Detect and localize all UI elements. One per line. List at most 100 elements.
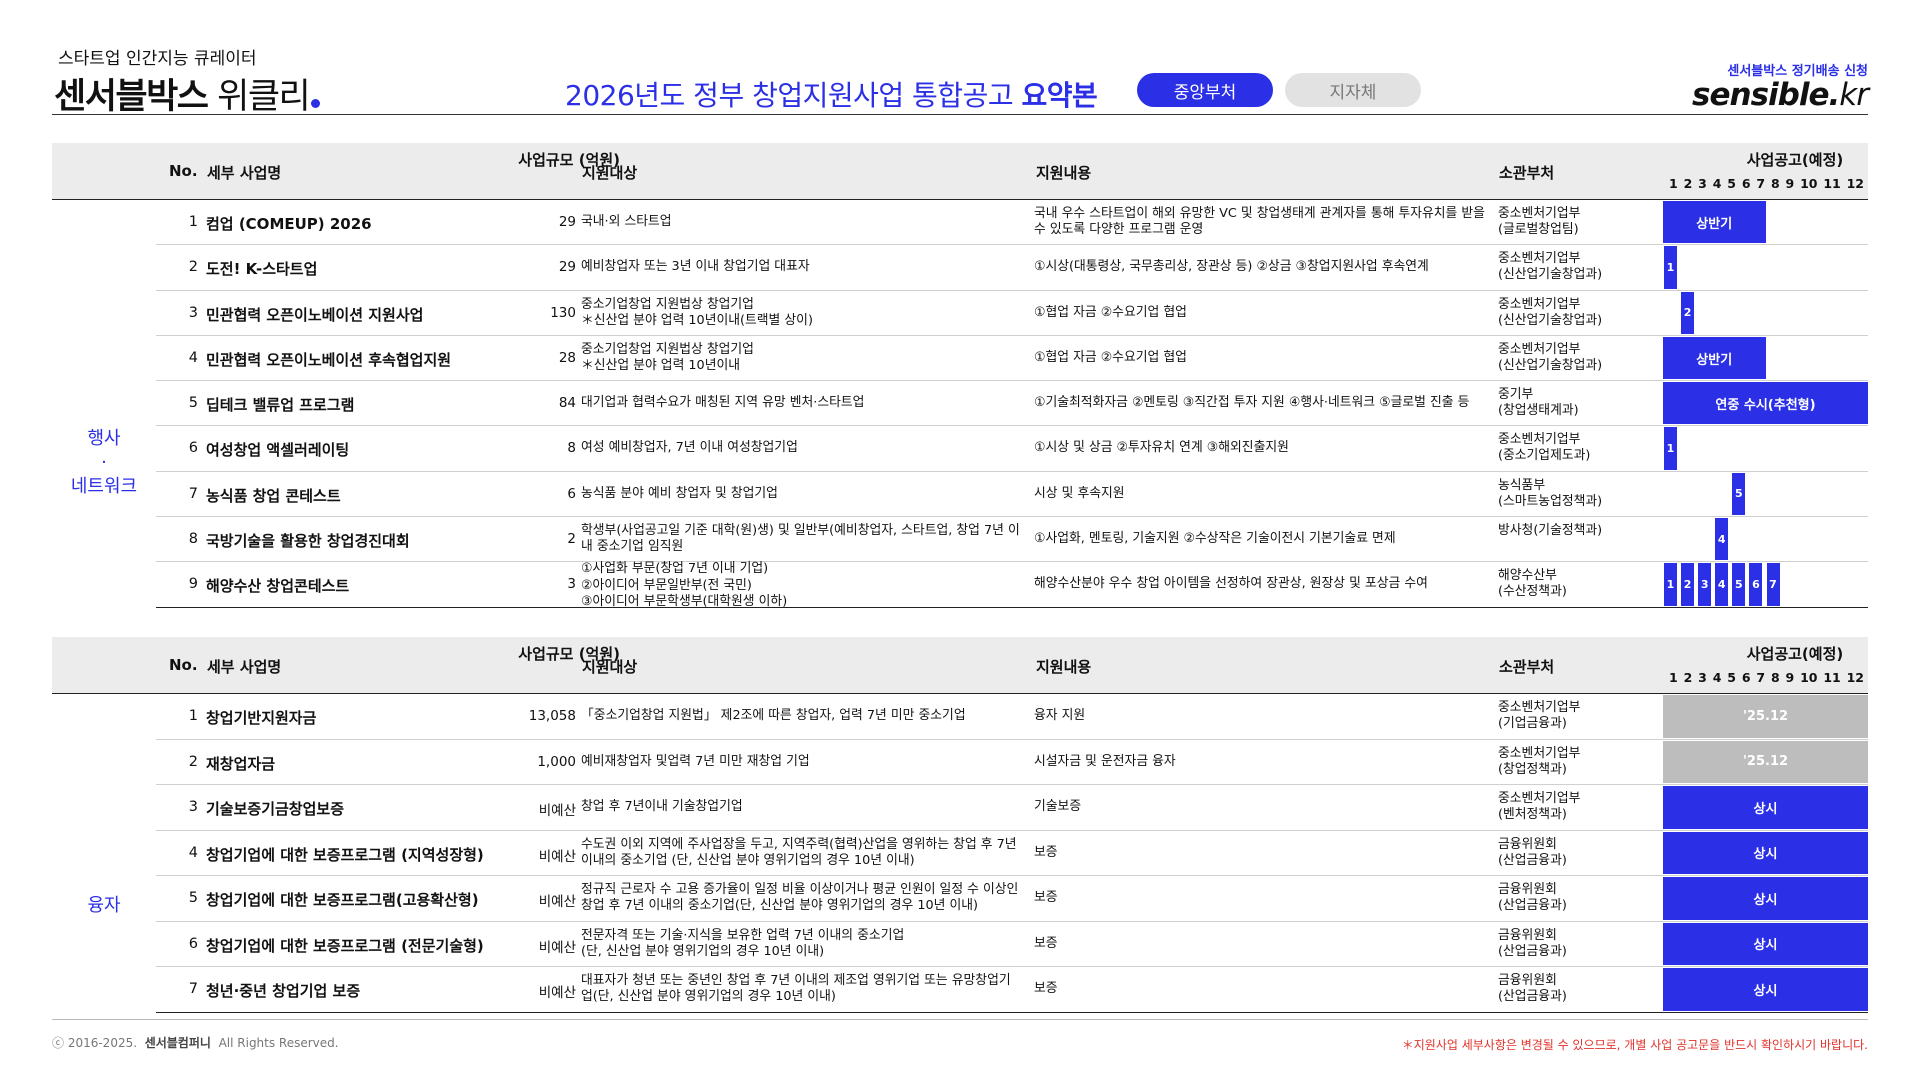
col-dept: 소관부처	[1499, 164, 1555, 182]
program-scale: 2	[567, 531, 576, 548]
table-row[interactable]: 5 딥테크 밸류업 프로그램 84 대기업과 협력수요가 매칭된 지역 유망 벤처·스…	[156, 381, 1868, 427]
page-title-main: 2026년도 정부 창업지원사업 통합공고	[565, 79, 1022, 112]
ministry: 중소벤처기업부 (중소기업제도과)	[1498, 432, 1591, 464]
month-label: 8	[1770, 176, 1780, 191]
schedule-month-box: 5	[1732, 563, 1746, 606]
table-row[interactable]: 4 창업기업에 대한 보증프로그램 (지역성장형) 비예산 수도권 이외 지역에 주사…	[156, 831, 1868, 876]
support-content: ①기술최적화자금 ②멘토링 ③직간접 투자 지원 ④행사·네트워크 ⑤글로벌 진…	[1034, 395, 1470, 411]
tab-local-government[interactable]: 지자체	[1285, 73, 1421, 107]
support-target: 농식품 분야 예비 창업자 및 창업기업	[581, 485, 778, 501]
schedule-cell: 4	[1663, 517, 1868, 561]
program-name: 해양수산 창업콘테스트	[206, 577, 350, 596]
support-content: 보증	[1034, 981, 1058, 996]
table-row[interactable]: 7 농식품 창업 콘테스트 6 농식품 분야 예비 창업자 및 창업기업 시상 및 후속…	[156, 472, 1868, 518]
schedule-bar: 상시	[1663, 922, 1868, 965]
table-row[interactable]: 7 청년·중년 창업기업 보증 비예산 대표자가 청년 또는 중년인 창업 후 7년 …	[156, 967, 1868, 1013]
program-name: 도전! K-스타트업	[206, 260, 318, 279]
month-labels: 1 2 3 4 5 6 7 8 9 10 11 12	[1663, 670, 1868, 685]
month-label: 4	[1712, 176, 1722, 191]
schedule-month-box: 1	[1664, 246, 1677, 289]
col-no: No.	[169, 656, 198, 674]
support-content: 시설자금 및 운전자금 융자	[1034, 753, 1176, 769]
program-name: 창업기반지원자금	[206, 709, 317, 727]
table-row[interactable]: 6 창업기업에 대한 보증프로그램 (전문기술형) 비예산 전문자격 또는 기술·지식…	[156, 922, 1868, 967]
ministry: 금융위원회 (산업금융과)	[1498, 973, 1567, 1004]
support-content: 해양수산분야 우수 창업 아이템을 선정하여 장관상, 원장상 및 포상금 수여	[1034, 576, 1428, 592]
program-scale: 84	[558, 395, 576, 412]
program-scale: 비예산	[538, 848, 576, 865]
row-number: 4	[188, 844, 198, 861]
support-content: ①협업 자금 ②수요기업 협업	[1034, 304, 1187, 320]
support-target: 예비창업자 또는 3년 이내 창업기업 대표자	[581, 259, 810, 275]
support-target: 국내·외 스타트업	[581, 214, 672, 229]
month-label: 12	[1846, 670, 1864, 685]
schedule-month-box: 4	[1715, 563, 1729, 606]
table-row[interactable]: 5 창업기업에 대한 보증프로그램(고용확산형) 비예산 정규직 근로자 수 고용 증…	[156, 876, 1868, 922]
table-row[interactable]: 8 국방기술을 활용한 창업경진대회 2 학생부(사업공고일 기준 대학(원)생) 및…	[156, 517, 1868, 563]
schedule-month-box: 6	[1749, 563, 1763, 606]
schedule-month-box: 1	[1664, 427, 1677, 470]
page-title: 2026년도 정부 창업지원사업 통합공고 요약본	[565, 74, 1098, 114]
ministry: 해양수산부 (수산정책과)	[1498, 568, 1567, 600]
table-row[interactable]: 4 민관협력 오픈이노베이션 후속협업지원 28 중소기업창업 지원법상 창업기업 ＊신…	[156, 336, 1868, 382]
schedule-cell: 상시	[1663, 785, 1868, 830]
support-content: ①협업 자금 ②수요기업 협업	[1034, 349, 1187, 365]
schedule-cell: 5	[1663, 472, 1868, 516]
brand-dot-icon	[311, 99, 321, 108]
ministry: 중소벤처기업부 (창업정책과)	[1498, 745, 1581, 777]
col-content: 지원내용	[1036, 658, 1092, 676]
table-row[interactable]: 1 컴업 (COMEUP) 2026 29 국내·외 스타트업 국내 우수 스타트업이 …	[156, 200, 1868, 246]
support-target: 수도권 이외 지역에 주사업장을 두고, 지역주력(협력)산업을 영위하는 창업…	[581, 836, 1017, 868]
row-number: 1	[188, 708, 198, 724]
month-label: 9	[1785, 670, 1795, 685]
schedule-cell: 1	[1663, 426, 1868, 470]
row-number: 7	[188, 981, 198, 997]
row-number: 7	[188, 485, 198, 502]
table-row[interactable]: 6 여성창업 액셀러레이팅 8 여성 예비창업자, 7년 이내 여성창업기업 ①시상 및…	[156, 426, 1868, 472]
schedule-month-box: 7	[1766, 563, 1780, 606]
ministry: 중소벤처기업부 (신산업기술창업과)	[1498, 251, 1603, 283]
month-label: 2	[1683, 176, 1693, 191]
support-content: 국내 우수 스타트업이 해외 유망한 VC 및 창업생태계 관계자를 통해 투자…	[1034, 206, 1485, 237]
row-number: 6	[188, 935, 198, 952]
schedule-cell: 상시	[1663, 967, 1868, 1012]
category-label: 융자	[87, 895, 121, 916]
col-content: 지원내용	[1036, 164, 1092, 182]
col-dept: 소관부처	[1499, 658, 1555, 676]
ministry: 중소벤처기업부 (신산업기술창업과)	[1498, 296, 1603, 328]
footer-divider	[52, 1019, 1868, 1020]
table-row[interactable]: 2 재창업자금 1,000 예비재창업자 및업력 7년 미만 재창업 기업 시설자금 및…	[156, 740, 1868, 785]
program-scale: 28	[558, 349, 576, 366]
program-scale: 비예산	[538, 803, 576, 819]
table-row[interactable]: 3 기술보증기금창업보증 비예산 창업 후 7년이내 기술창업기업 기술보증 중소벤처기업…	[156, 785, 1868, 831]
month-label: 10	[1800, 670, 1818, 685]
tagline: 스타트업 인간지능 큐레이터	[58, 49, 257, 69]
month-label: 8	[1770, 670, 1780, 685]
program-scale: 1,000	[537, 753, 576, 770]
support-content: ①사업화, 멘토링, 기술지원 ②수상작은 기술이전시 기본기술료 면제	[1034, 531, 1396, 547]
schedule-bar: 상시	[1663, 968, 1868, 1011]
schedule-cell: 상반기	[1663, 336, 1868, 380]
table-row[interactable]: 3 민관협력 오픈이노베이션 지원사업 130 중소기업창업 지원법상 창업기업 ＊신산…	[156, 291, 1868, 336]
month-label: 2	[1683, 670, 1693, 685]
program-name: 재창업자금	[206, 754, 276, 773]
logo-main: sensible.	[1692, 77, 1840, 113]
program-scale: 8	[567, 440, 576, 457]
support-target: 대기업과 협력수요가 매칭된 지역 유망 벤처·스타트업	[581, 395, 865, 411]
schedule-month-box: 2	[1681, 563, 1695, 606]
table-row[interactable]: 9 해양수산 창업콘테스트 3 ①사업화 부문(창업 7년 이내 기업) ②아이디어 부…	[156, 561, 1868, 609]
support-content: 시상 및 후속지원	[1034, 485, 1125, 501]
month-label: 10	[1800, 176, 1818, 191]
program-name: 민관협력 오픈이노베이션 지원사업	[206, 305, 424, 324]
table-row[interactable]: 1 창업기반지원자금 13,058 「중소기업창업 지원법」 제2조에 따른 창업자,…	[156, 694, 1868, 740]
row-number: 4	[188, 349, 198, 366]
sensible-logo[interactable]: sensible.kr	[1692, 77, 1869, 113]
schedule-cell: '25.12	[1663, 694, 1868, 739]
col-no: No.	[169, 162, 198, 180]
table-row[interactable]: 2 도전! K-스타트업 29 예비창업자 또는 3년 이내 창업기업 대표자 ①시상(…	[156, 245, 1868, 291]
row-number: 5	[188, 890, 198, 906]
support-content: ①시상(대통령상, 국무총리상, 장관상 등) ②상금 ③창업지원사업 후속연계	[1034, 259, 1429, 275]
ministry: 농식품부 (스마트농업정책과)	[1498, 477, 1603, 509]
tab-central-ministry[interactable]: 중앙부처	[1137, 73, 1273, 107]
row-number: 5	[188, 395, 198, 412]
